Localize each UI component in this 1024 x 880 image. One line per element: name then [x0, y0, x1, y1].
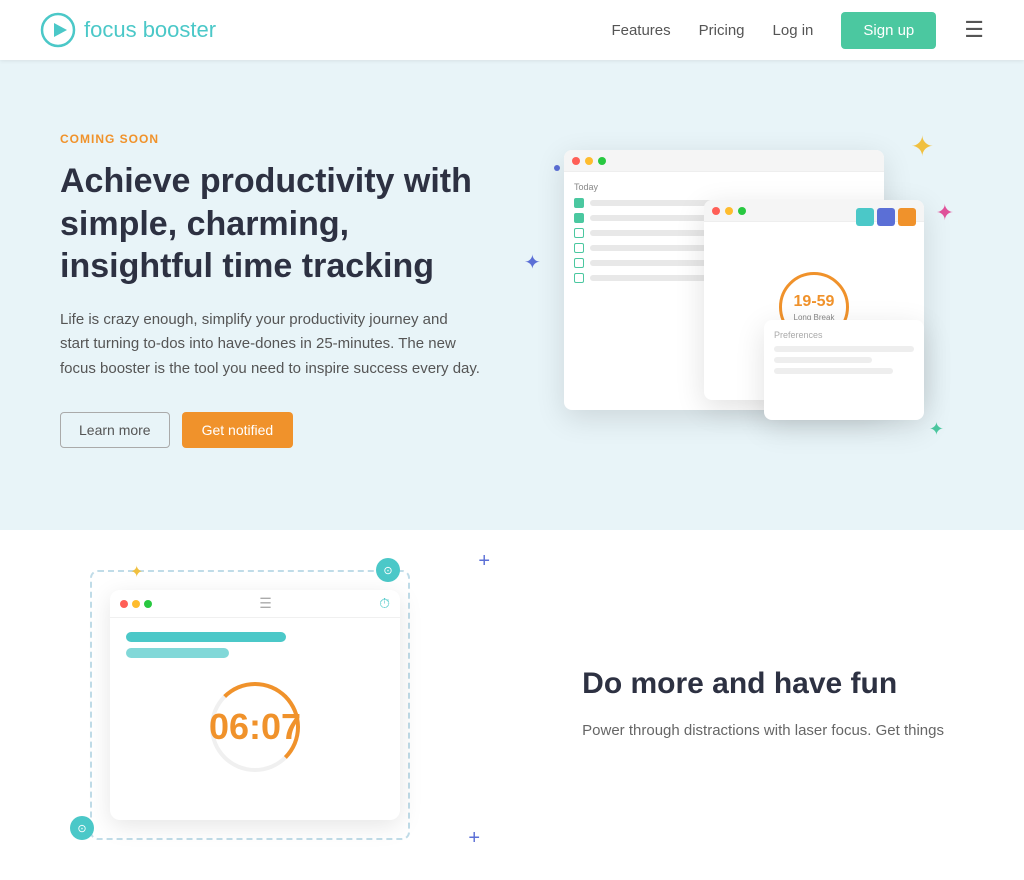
app-window-prefs: Preferences [764, 320, 924, 420]
hamburger-menu-button[interactable]: ☰ [964, 17, 984, 43]
today-label: Today [574, 182, 874, 192]
star-teal-icon: ✦ [929, 419, 944, 440]
window-titlebar-timer [704, 200, 924, 222]
dot-green-icon [738, 207, 746, 215]
star-pink-icon: ✦ [936, 200, 954, 226]
dot-yellow-icon [725, 207, 733, 215]
deco-plus-br-icon: + [468, 827, 480, 850]
app-mockup2: ☰ ⏱ 06:07 [110, 590, 400, 820]
task-check-icon [574, 213, 584, 223]
task-check-icon [574, 228, 584, 238]
signup-button[interactable]: Sign up [841, 12, 936, 49]
task-check-icon [574, 273, 584, 283]
section2: ⊙ ⊙ ✦ + + ☰ ⏱ 06:0 [0, 530, 1024, 880]
section2-illustration: ⊙ ⊙ ✦ + + ☰ ⏱ 06:0 [80, 590, 460, 820]
task-check-icon [574, 198, 584, 208]
progress-bar-half [126, 648, 229, 658]
menu-icon: ☰ [259, 595, 272, 612]
progress-container [126, 632, 384, 658]
mockup2-dots [120, 600, 152, 608]
pref-bar [774, 346, 914, 352]
pref-bar [774, 368, 893, 374]
nav-links: Features Pricing Log in Sign up ☰ [611, 12, 984, 49]
deco-star-icon: ✦ [130, 562, 143, 582]
section2-description: Power through distractions with laser fo… [582, 719, 944, 744]
timer-value: 19-59 [794, 293, 835, 311]
window-titlebar-main [564, 150, 884, 172]
hero-section: COMING SOON Achieve productivity with si… [0, 60, 1024, 530]
dot-yellow-icon [132, 600, 140, 608]
timer-arc: 06:07 [210, 682, 300, 772]
prefs-label: Preferences [774, 330, 914, 340]
star-blue-icon: ✦ [524, 250, 541, 275]
mockup2-titlebar: ☰ ⏱ [110, 590, 400, 618]
pricing-link[interactable]: Pricing [699, 22, 745, 39]
coming-soon-badge: COMING SOON [60, 132, 480, 146]
hero-description: Life is crazy enough, simplify your prod… [60, 308, 480, 382]
mockup2-body: 06:07 [110, 618, 400, 802]
logo-icon [40, 12, 76, 48]
logo-text: focus booster [84, 17, 216, 43]
dot-yellow-icon [585, 157, 593, 165]
clock-icon: ⏱ [379, 595, 390, 612]
get-notified-button[interactable]: Get notified [182, 412, 294, 448]
hero-content: COMING SOON Achieve productivity with si… [60, 132, 480, 448]
deco-plus-tr-icon: + [478, 550, 490, 573]
deco-circle-top: ⊙ [376, 558, 400, 582]
window-body-prefs: Preferences [764, 320, 924, 384]
star-gold-icon: ✦ [911, 130, 934, 163]
section2-text: Do more and have fun Power through distr… [582, 667, 944, 744]
dot-red-icon [712, 207, 720, 215]
task-check-icon [574, 243, 584, 253]
pref-bar [774, 357, 872, 363]
section2-title: Do more and have fun [582, 667, 944, 701]
dot-green-icon [598, 157, 606, 165]
features-link[interactable]: Features [611, 22, 670, 39]
learn-more-button[interactable]: Learn more [60, 412, 170, 448]
progress-bar-full [126, 632, 286, 642]
hero-title: Achieve productivity with simple, charmi… [60, 160, 480, 288]
dot-blue-decoration [554, 165, 560, 171]
task-check-icon [574, 258, 584, 268]
logo-link[interactable]: focus booster [40, 12, 216, 48]
hero-buttons: Learn more Get notified [60, 412, 480, 448]
deco-circle-bottom: ⊙ [70, 816, 94, 840]
hero-illustration: ✦ ✦ ✦ ✦ Today [504, 120, 964, 460]
big-timer-value: 06:07 [209, 706, 301, 748]
login-link[interactable]: Log in [773, 22, 814, 39]
dot-green-icon [144, 600, 152, 608]
dot-red-icon [572, 157, 580, 165]
navbar: focus booster Features Pricing Log in Si… [0, 0, 1024, 60]
dot-red-icon [120, 600, 128, 608]
timer-display-area: 06:07 [126, 666, 384, 788]
